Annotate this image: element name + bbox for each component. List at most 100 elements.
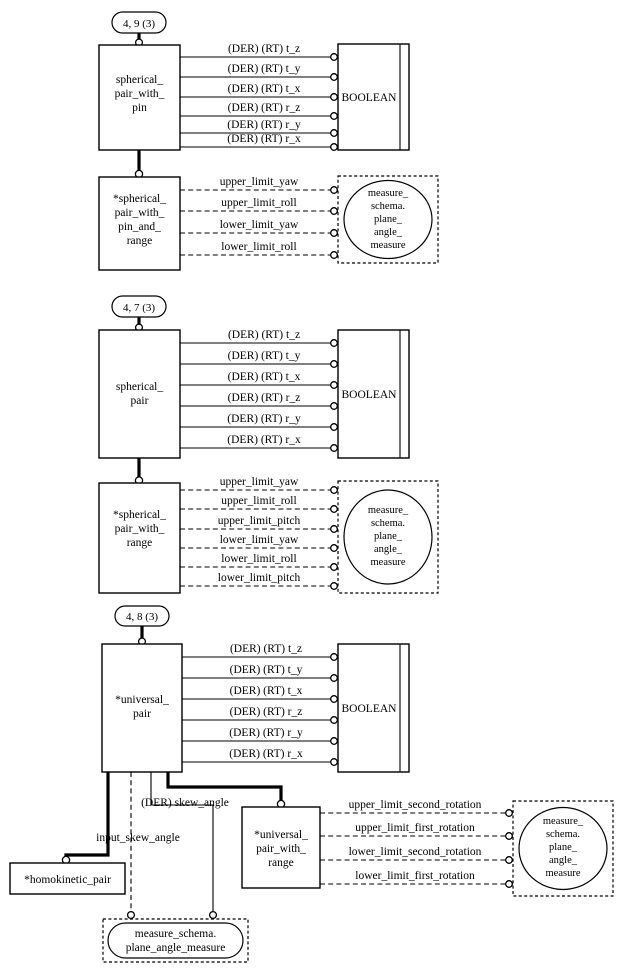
entity-label-line-0: *spherical_ (113, 509, 166, 521)
type-plane-angle-measure-bottom[interactable]: measure_schema. plane_angle_measure (102, 918, 249, 963)
type-boolean-1[interactable]: BOOLEAN (337, 43, 410, 151)
attribute-label-input-skew-angle: input_skew_angle (96, 832, 180, 844)
attr-endpoint (330, 525, 338, 533)
entity-label-line-1: pair_with_ (256, 843, 306, 855)
attribute-label-der-skew-angle: (DER) skew_angle (141, 797, 229, 809)
entity-label-line-1: pair_with_ (115, 88, 165, 100)
attr-endpoint (330, 207, 338, 215)
optional-attribute-lines-3: upper_limit_second_rotation upper_limit_… (320, 799, 513, 888)
entity-label-line-2: pin_and_ (118, 221, 161, 233)
page-reference-label-1: 4, 9 (3) (123, 18, 155, 30)
attr-endpoint (330, 93, 338, 101)
entity-label-line-2: pin (132, 102, 147, 114)
attribute-label: (DER) (RT) r_x (227, 434, 301, 446)
attribute-label: upper_limit_roll (221, 197, 296, 209)
attribute-label: lower_limit_roll (221, 553, 296, 565)
page-reference-oval-1[interactable]: 4, 9 (3) (111, 11, 167, 34)
attr-endpoint (330, 444, 338, 452)
attr-endpoint (330, 674, 338, 682)
attribute-label: (DER) (RT) t_x (228, 83, 301, 95)
entity-universal-pair-with-range[interactable]: *universal_ pair_with_ range (241, 806, 321, 889)
page-reference-oval-2[interactable]: 4, 7 (3) (111, 295, 167, 318)
optional-attribute-lines-2: upper_limit_yaw upper_limit_roll upper_l… (180, 476, 338, 590)
attribute-label: lower_limit_roll (221, 241, 296, 253)
entity-label-line-1: pair_with_ (115, 523, 165, 535)
attribute-label: (DER) (RT) t_z (228, 329, 300, 341)
attribute-label: (DER) (RT) r_z (228, 102, 301, 114)
entity-spherical-pair-with-pin-and-range[interactable]: *spherical_ pair_with_ pin_and_ range (98, 176, 181, 271)
attr-endpoint (330, 360, 338, 368)
attr-endpoint (330, 129, 338, 137)
attr-endpoint (330, 505, 338, 513)
entity-label-line-2: range (127, 537, 153, 549)
attr-endpoint (330, 339, 338, 347)
attribute-label: (DER) (RT) t_z (228, 43, 300, 55)
measure-label-line-4: measure (371, 557, 406, 568)
entity-label-line-0: spherical_ (116, 74, 164, 86)
attribute-label: (DER) (RT) t_z (230, 643, 302, 655)
attribute-label: (DER) (RT) r_z (228, 392, 301, 404)
type-boolean-3[interactable]: BOOLEAN (337, 643, 410, 773)
section-universal-pair: 4, 8 (3) *universal_ pair BOOLEAN (DER) … (9, 605, 614, 963)
attribute-label: (DER) (RT) r_y (227, 413, 301, 425)
entity-universal-pair[interactable]: *universal_ pair (101, 643, 183, 773)
measure-label-line-1: schema. (371, 201, 405, 212)
entity-spherical-pair-with-range[interactable]: *spherical_ pair_with_ range (98, 482, 181, 594)
attribute-label: upper_limit_yaw (220, 176, 299, 188)
attribute-label: lower_limit_second_rotation (349, 846, 482, 858)
express-g-diagram: 4, 9 (3) spherical_ pair_with_ pin BOOLE… (0, 0, 623, 972)
entity-spherical-pair[interactable]: spherical_ pair (98, 329, 181, 459)
optional-attribute-lines-1: upper_limit_yaw upper_limit_roll lower_l… (180, 176, 338, 259)
entity-label-line-0: *spherical_ (113, 193, 166, 205)
attr-endpoint (505, 832, 513, 840)
attr-endpoint (330, 53, 338, 61)
attr-endpoint (330, 186, 338, 194)
attribute-label: upper_limit_second_rotation (349, 799, 482, 811)
measure-label-line-3: angle_ (374, 544, 403, 555)
page-reference-oval-3[interactable]: 4, 8 (3) (114, 605, 170, 627)
measure-bottom-label-line-0: measure_schema. (135, 928, 217, 940)
attr-endpoint (330, 229, 338, 237)
attribute-label: (DER) (RT) r_y (229, 727, 303, 739)
entity-label-line-2: range (268, 857, 294, 869)
section-spherical-pair-with-pin: 4, 9 (3) spherical_ pair_with_ pin BOOLE… (98, 11, 439, 271)
attribute-label: lower_limit_first_rotation (355, 870, 475, 882)
attr-endpoint (330, 653, 338, 661)
measure-label-line-3: angle_ (549, 855, 578, 866)
attr-endpoint (330, 143, 338, 151)
boolean-label-1: BOOLEAN (342, 92, 398, 104)
attr-endpoint (330, 563, 338, 571)
type-plane-angle-measure-3[interactable]: measure_ schema. plane_ angle_ measure (512, 800, 614, 897)
type-boolean-2[interactable]: BOOLEAN (337, 329, 410, 459)
entity-label-line-1: pair_with_ (115, 207, 165, 219)
measure-label-line-0: measure_ (368, 188, 409, 199)
page-reference-label-3: 4, 8 (3) (126, 611, 158, 623)
entity-homokinetic-pair[interactable]: *homokinetic_pair (9, 862, 126, 895)
attr-endpoint (330, 716, 338, 724)
type-plane-angle-measure-2[interactable]: measure_ schema. plane_ angle_ measure (337, 480, 439, 594)
attribute-label: lower_limit_yaw (220, 219, 299, 231)
attribute-lines-3: (DER) (RT) t_z (DER) (RT) t_y (DER) (RT)… (182, 643, 338, 766)
attr-endpoint (330, 381, 338, 389)
measure-endpoint-circle-left (126, 910, 136, 920)
measure-label-line-4: measure (546, 868, 581, 879)
attribute-label: (DER) (RT) t_x (230, 685, 303, 697)
attribute-label: upper_limit_pitch (218, 515, 301, 527)
entity-label-line-3: range (127, 235, 153, 247)
measure-label-line-0: measure_ (368, 505, 409, 516)
boolean-label-3: BOOLEAN (342, 703, 398, 715)
attribute-label: upper_limit_first_rotation (355, 822, 475, 834)
attribute-label: (DER) (RT) t_y (230, 664, 303, 676)
type-plane-angle-measure-1[interactable]: measure_ schema. plane_ angle_ measure (337, 175, 439, 264)
attribute-label: (DER) (RT) r_x (229, 748, 303, 760)
attribute-label: lower_limit_yaw (220, 534, 299, 546)
attribute-label: upper_limit_roll (221, 495, 296, 507)
attribute-label: (DER) (RT) r_x (227, 133, 301, 145)
page-reference-label-2: 4, 7 (3) (123, 302, 155, 314)
attr-endpoint (330, 423, 338, 431)
boolean-label-2: BOOLEAN (342, 389, 398, 401)
entity-label-line-0: spherical_ (116, 381, 164, 393)
entity-spherical-pair-with-pin[interactable]: spherical_ pair_with_ pin (98, 44, 181, 151)
attribute-label: (DER) (RT) r_z (230, 706, 303, 718)
entity-label-homokinetic-pair: *homokinetic_pair (24, 874, 111, 886)
